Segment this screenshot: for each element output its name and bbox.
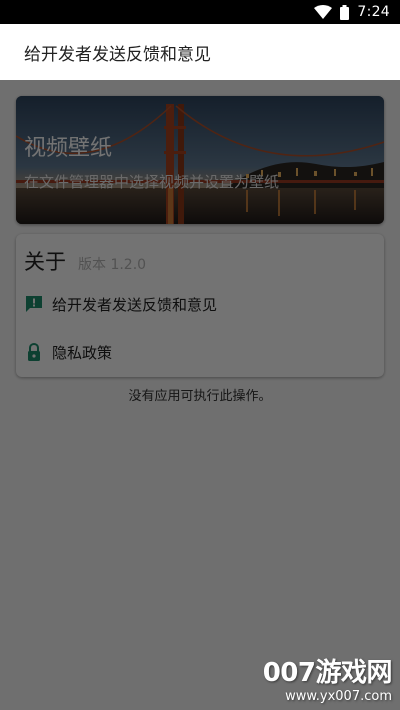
battery-icon [340, 4, 350, 20]
version-label: 版本 1.2.0 [78, 257, 147, 273]
hero-title: 视频壁纸 [24, 136, 113, 161]
privacy-policy-label: 隐私政策 [52, 343, 113, 362]
toast-message: 没有应用可执行此操作。 [128, 389, 272, 404]
hero-subtitle: 在文件管理器中选择视频并设置为壁纸 [24, 173, 280, 191]
feedback-icon [26, 296, 42, 312]
about-card: 关于 版本 1.2.0 给开发者发送反馈和意见 隐私政策 [16, 234, 384, 377]
lock-icon [28, 342, 40, 361]
watermark-main: 007游戏网 [262, 658, 393, 688]
wifi-icon [314, 5, 333, 19]
status-clock: 7:24 [357, 4, 390, 20]
video-wallpaper-card[interactable]: 视频壁纸 在文件管理器中选择视频并设置为壁纸 [16, 96, 384, 224]
watermark-url: www.yx007.com [285, 689, 392, 704]
about-title: 关于 [24, 250, 66, 274]
watermark-logo: 007游戏网 www.yx007.com [262, 652, 393, 704]
toolbar-title: 给开发者发送反馈和意见 [24, 44, 211, 65]
about-heading: 关于 版本 1.2.0 [24, 246, 146, 276]
privacy-policy-item[interactable]: 隐私政策 [24, 338, 376, 366]
main-content: 视频壁纸 在文件管理器中选择视频并设置为壁纸 关于 版本 1.2.0 给开发者发… [0, 80, 400, 710]
feedback-label: 给开发者发送反馈和意见 [52, 295, 218, 314]
feedback-item[interactable]: 给开发者发送反馈和意见 [24, 290, 376, 318]
app-toolbar: 给开发者发送反馈和意见 [0, 24, 400, 80]
status-bar: 7:24 [0, 0, 400, 24]
